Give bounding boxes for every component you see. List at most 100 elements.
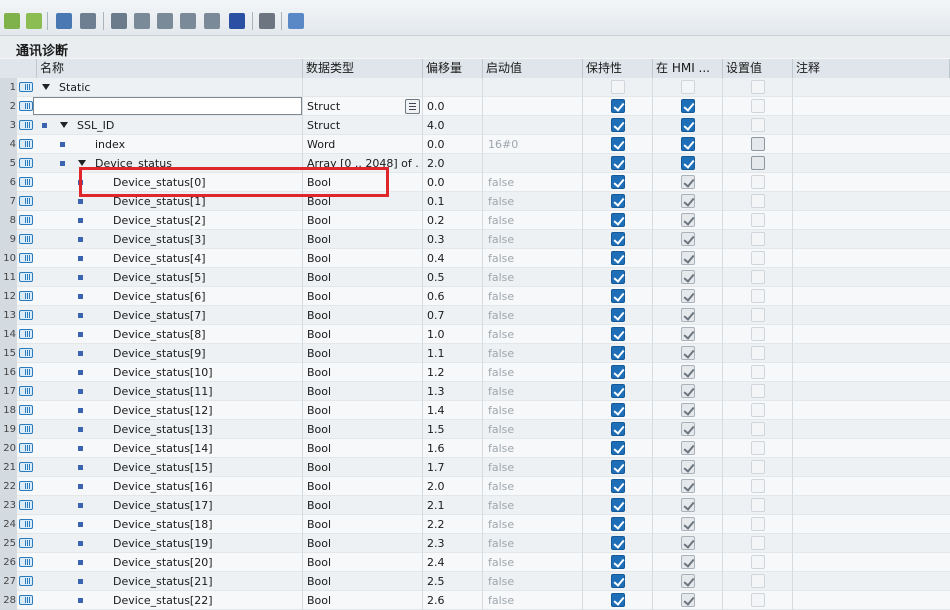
table-row[interactable]: 25 Device_status[19] Bool 2.3 false bbox=[0, 534, 950, 553]
data-type[interactable]: Bool bbox=[307, 306, 420, 325]
hmi-visible-checkbox[interactable] bbox=[681, 365, 695, 379]
hmi-visible-checkbox[interactable] bbox=[681, 80, 695, 94]
setpoint-checkbox[interactable] bbox=[751, 517, 765, 531]
hmi-visible-checkbox[interactable] bbox=[681, 175, 695, 189]
table-row[interactable]: 13 Device_status[7] Bool 0.7 false bbox=[0, 306, 950, 325]
retain-checkbox[interactable] bbox=[611, 175, 625, 189]
setpoint-checkbox[interactable] bbox=[751, 384, 765, 398]
table-row[interactable]: 12 Device_status[6] Bool 0.6 false bbox=[0, 287, 950, 306]
start-value[interactable]: false bbox=[488, 496, 580, 515]
retain-checkbox[interactable] bbox=[611, 555, 625, 569]
data-type[interactable]: Bool bbox=[307, 420, 420, 439]
retain-checkbox[interactable] bbox=[611, 308, 625, 322]
snapshot-icon[interactable] bbox=[56, 13, 72, 29]
start-value[interactable] bbox=[488, 116, 580, 135]
table-row[interactable]: 18 Device_status[12] Bool 1.4 false bbox=[0, 401, 950, 420]
start-value[interactable]: false bbox=[488, 344, 580, 363]
collapse-arrow-icon[interactable] bbox=[60, 122, 68, 128]
table-row[interactable]: 21 Device_status[15] Bool 1.7 false bbox=[0, 458, 950, 477]
expand-icon[interactable] bbox=[259, 13, 275, 29]
hmi-visible-checkbox[interactable] bbox=[681, 194, 695, 208]
table-row[interactable]: 15 Device_status[9] Bool 1.1 false bbox=[0, 344, 950, 363]
setpoint-checkbox[interactable] bbox=[751, 270, 765, 284]
setpoint-checkbox[interactable] bbox=[751, 441, 765, 455]
table-row[interactable]: 1 Static bbox=[0, 78, 950, 97]
setpoint-checkbox[interactable] bbox=[751, 137, 765, 151]
data-type[interactable]: Bool bbox=[307, 344, 420, 363]
tag-name[interactable]: Device_status[21] bbox=[113, 572, 300, 591]
header-setpoint[interactable]: 设置值 bbox=[723, 59, 793, 78]
tag-name[interactable]: SSL_ID bbox=[77, 116, 300, 135]
start-value[interactable]: false bbox=[488, 477, 580, 496]
hmi-visible-checkbox[interactable] bbox=[681, 517, 695, 531]
data-type[interactable]: Bool bbox=[307, 439, 420, 458]
table-row[interactable]: 28 Device_status[22] Bool 2.6 false bbox=[0, 591, 950, 610]
table-row[interactable]: 19 Device_status[13] Bool 1.5 false bbox=[0, 420, 950, 439]
data-type[interactable]: Bool bbox=[307, 534, 420, 553]
start-value[interactable]: false bbox=[488, 363, 580, 382]
table-row[interactable]: 3 SSL_ID Struct 4.0 bbox=[0, 116, 950, 135]
hmi-visible-checkbox[interactable] bbox=[681, 403, 695, 417]
table-row[interactable]: 17 Device_status[11] Bool 1.3 false bbox=[0, 382, 950, 401]
retain-checkbox[interactable] bbox=[611, 232, 625, 246]
table-row[interactable]: 4 index Word 0.0 16#0 bbox=[0, 135, 950, 154]
export-icon[interactable] bbox=[180, 13, 196, 29]
hmi-visible-checkbox[interactable] bbox=[681, 99, 695, 113]
table-row[interactable]: 24 Device_status[18] Bool 2.2 false bbox=[0, 515, 950, 534]
hmi-visible-checkbox[interactable] bbox=[681, 251, 695, 265]
table-row[interactable]: 9 Device_status[3] Bool 0.3 false bbox=[0, 230, 950, 249]
tag-name[interactable]: Device_status[9] bbox=[113, 344, 300, 363]
retain-checkbox[interactable] bbox=[611, 194, 625, 208]
retain-checkbox[interactable] bbox=[611, 536, 625, 550]
retain-checkbox[interactable] bbox=[611, 574, 625, 588]
hmi-visible-checkbox[interactable] bbox=[681, 441, 695, 455]
header-retain[interactable]: 保持性 bbox=[583, 59, 653, 78]
start-value[interactable]: 16#0 bbox=[488, 135, 580, 154]
start-value[interactable] bbox=[488, 154, 580, 173]
tag-name[interactable]: Device_status[2] bbox=[113, 211, 300, 230]
data-type[interactable]: Bool bbox=[307, 382, 420, 401]
start-value[interactable]: false bbox=[488, 439, 580, 458]
tag-name[interactable]: index bbox=[95, 135, 300, 154]
start-value[interactable]: false bbox=[488, 534, 580, 553]
tag-name[interactable]: Device_status[15] bbox=[113, 458, 300, 477]
hmi-visible-checkbox[interactable] bbox=[681, 593, 695, 607]
tag-name[interactable]: Device_status[19] bbox=[113, 534, 300, 553]
table-row[interactable]: 27 Device_status[21] Bool 2.5 false bbox=[0, 572, 950, 591]
setpoint-checkbox[interactable] bbox=[751, 194, 765, 208]
tag-name[interactable]: Device_status[6] bbox=[113, 287, 300, 306]
insert-row-icon[interactable] bbox=[4, 13, 20, 29]
setpoint-checkbox[interactable] bbox=[751, 251, 765, 265]
tag-name[interactable]: Device_status[22] bbox=[113, 591, 300, 610]
start-value[interactable]: false bbox=[488, 268, 580, 287]
hmi-visible-checkbox[interactable] bbox=[681, 422, 695, 436]
hmi-visible-checkbox[interactable] bbox=[681, 156, 695, 170]
data-type[interactable]: Bool bbox=[307, 211, 420, 230]
retain-checkbox[interactable] bbox=[611, 403, 625, 417]
setpoint-checkbox[interactable] bbox=[751, 308, 765, 322]
setpoint-checkbox[interactable] bbox=[751, 498, 765, 512]
header-hmi[interactable]: 在 HMI ... bbox=[653, 59, 723, 78]
retain-checkbox[interactable] bbox=[611, 365, 625, 379]
header-offset[interactable]: 偏移量 bbox=[423, 59, 483, 78]
data-type[interactable]: Bool bbox=[307, 496, 420, 515]
table-row[interactable]: 22 Device_status[16] Bool 2.0 false bbox=[0, 477, 950, 496]
tag-name[interactable]: Device_status[8] bbox=[113, 325, 300, 344]
retain-checkbox[interactable] bbox=[611, 593, 625, 607]
table-row[interactable]: 23 Device_status[17] Bool 2.1 false bbox=[0, 496, 950, 515]
start-value[interactable]: false bbox=[488, 192, 580, 211]
retain-checkbox[interactable] bbox=[611, 479, 625, 493]
header-start[interactable]: 启动值 bbox=[483, 59, 583, 78]
retain-checkbox[interactable] bbox=[611, 498, 625, 512]
data-type[interactable]: Bool bbox=[307, 458, 420, 477]
hmi-visible-checkbox[interactable] bbox=[681, 574, 695, 588]
retain-checkbox[interactable] bbox=[611, 80, 625, 94]
tag-name[interactable]: Device_status[20] bbox=[113, 553, 300, 572]
data-type[interactable]: Bool bbox=[307, 325, 420, 344]
load-snapshot-icon[interactable] bbox=[134, 13, 150, 29]
hmi-visible-checkbox[interactable] bbox=[681, 536, 695, 550]
table-row[interactable]: 16 Device_status[10] Bool 1.2 false bbox=[0, 363, 950, 382]
setpoint-checkbox[interactable] bbox=[751, 536, 765, 550]
data-type[interactable] bbox=[307, 78, 420, 97]
data-type[interactable]: Bool bbox=[307, 572, 420, 591]
